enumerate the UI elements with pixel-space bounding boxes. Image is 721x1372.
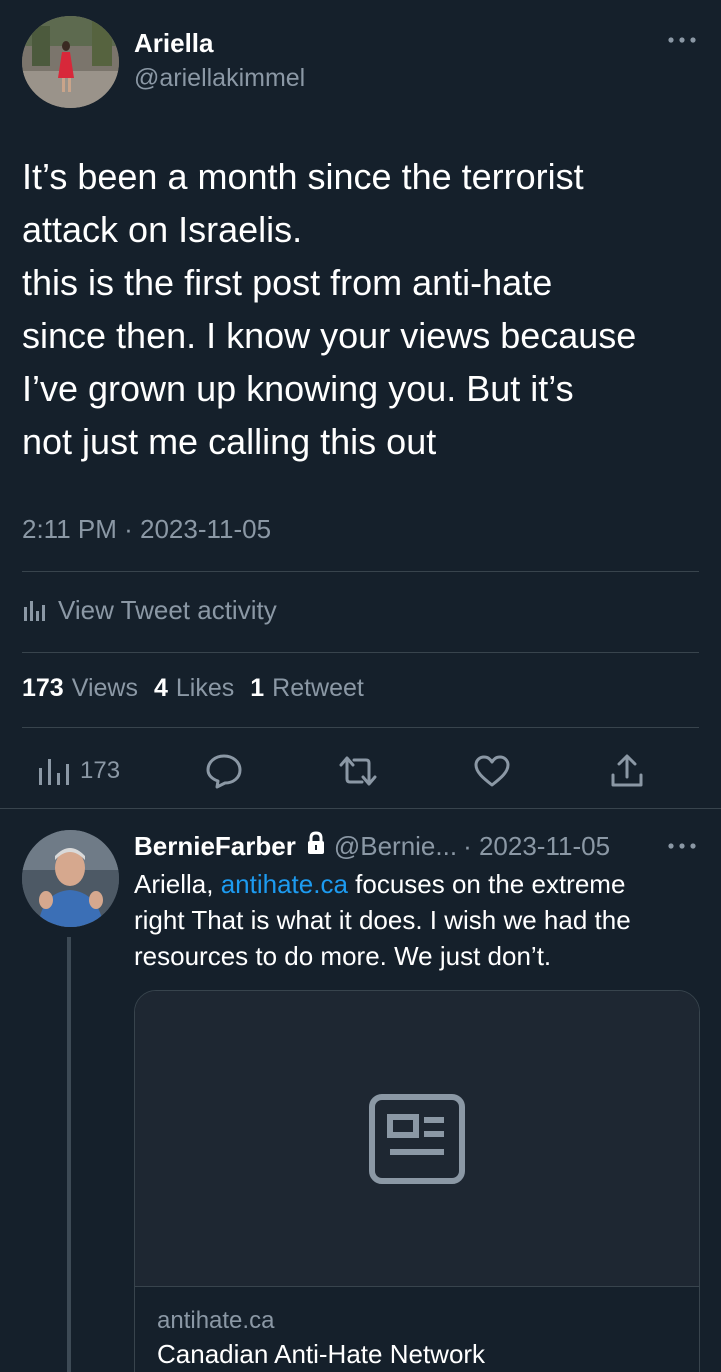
analytics-icon [39,759,69,785]
lock-icon [306,830,326,862]
like-icon [474,755,510,787]
like-button[interactable] [473,748,511,794]
reply-date[interactable]: · 2023-11-05 [463,831,610,862]
divider [0,808,721,809]
tweet-text-line: this is the first post from anti-hate [22,262,553,303]
view-tweet-activity-button[interactable]: View Tweet activity [22,592,277,628]
reply-text-line: right That is what it does. I wish we ha… [134,905,631,935]
reply-button[interactable] [205,748,243,794]
card-domain: antihate.ca [157,1307,275,1334]
reply-author-handle[interactable]: @Bernie... [334,831,457,862]
divider [22,727,699,728]
author-name[interactable]: Ariella [134,28,214,59]
share-button[interactable] [610,748,644,794]
tweet-timestamp[interactable]: 2:11 PM · 2023-11-05 [22,514,271,545]
reply-text-line: Ariella, antihate.ca focuses on the extr… [134,866,704,902]
reply-avatar-photo [22,830,119,927]
avatar-photo [22,16,119,108]
more-icon[interactable] [666,836,698,856]
card-title: Canadian Anti-Hate Network [157,1339,486,1369]
views-action-button[interactable]: 173 [38,748,120,794]
divider [22,652,699,653]
link-preview-card[interactable]: antihate.ca Canadian Anti-Hate Network [134,990,700,1372]
divider [22,571,699,572]
views-count: 173 [22,674,64,702]
tweet-text-line: not just me calling this out [22,421,437,462]
views-label: Views [71,674,138,702]
likes-stat[interactable]: 4 Likes [154,674,234,703]
card-media [135,991,699,1287]
tweet-text-line: I’ve grown up knowing you. But it’s [22,368,574,409]
tweet-text-line: since then. I know your views because [22,315,637,356]
thread-line [67,937,71,1372]
more-icon[interactable] [666,30,698,50]
retweet-button[interactable] [338,748,378,794]
tweet-text: It’s been a month since the terrorist at… [22,150,712,468]
author-handle[interactable]: @ariellakimmel [134,64,305,93]
retweets-label: Retweet [272,674,364,702]
tweet-stats: 173 Views 4 Likes 1 Retweet [22,674,380,703]
views-action-count: 173 [80,757,121,784]
reply-text-suffix: focuses on the extreme [347,869,626,899]
reply-author-name[interactable]: BernieFarber [134,831,296,862]
antihate-link[interactable]: antihate.ca [221,869,348,899]
analytics-icon [24,601,45,621]
avatar[interactable] [22,16,119,108]
retweets-stat[interactable]: 1 Retweet [250,674,364,703]
reply-text: Ariella, antihate.ca focuses on the extr… [134,866,704,974]
share-icon [611,754,643,787]
tweet-text-line: It’s been a month since the terrorist [22,156,584,197]
reply-header: BernieFarber @Bernie... · 2023-11-05 [134,828,610,864]
view-tweet-activity-label: View Tweet activity [58,594,277,625]
views-stat[interactable]: 173 Views [22,674,138,703]
retweets-count: 1 [250,674,265,702]
likes-label: Likes [175,674,235,702]
tweet-text-line: attack on Israelis. [22,209,303,250]
tweet-actions: 173 [0,748,721,794]
likes-count: 4 [153,674,168,702]
reply-avatar[interactable] [22,830,119,927]
reply-text-prefix: Ariella, [134,869,221,899]
retweet-icon [339,756,377,786]
news-article-icon [369,1094,465,1184]
reply-icon [206,754,242,789]
reply-text-line: resources to do more. We just don’t. [134,941,552,971]
